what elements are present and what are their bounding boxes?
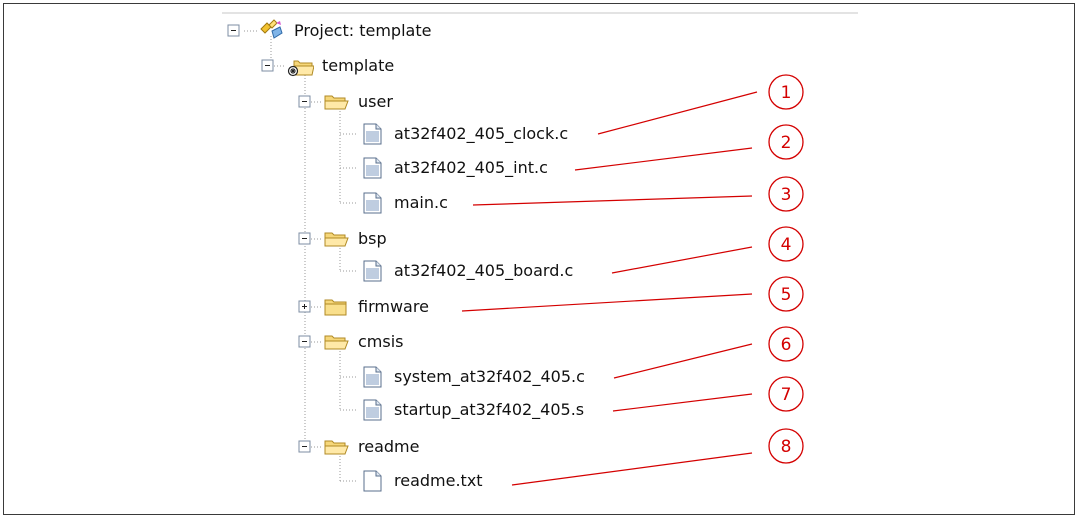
callout-number: 8: [781, 437, 792, 457]
callout-leader: [597, 91, 758, 135]
callout-number: 6: [781, 335, 792, 355]
callout-leader: [611, 246, 753, 274]
callout-leader: [511, 452, 753, 486]
callout-number: 5: [781, 285, 792, 305]
callout-leader: [613, 343, 753, 379]
callout-number: 3: [781, 185, 792, 205]
callout-number: 1: [781, 83, 792, 103]
callout-number: 7: [781, 385, 792, 405]
callout-leader: [574, 147, 753, 171]
callout-number: 4: [781, 235, 792, 255]
callout-leader: [472, 195, 753, 206]
callout-layer: 1 2 3 4 5 6 7 8: [461, 74, 804, 486]
callout-number: 2: [781, 133, 792, 153]
callout-leader: [612, 393, 753, 412]
callout-leader: [461, 293, 753, 312]
